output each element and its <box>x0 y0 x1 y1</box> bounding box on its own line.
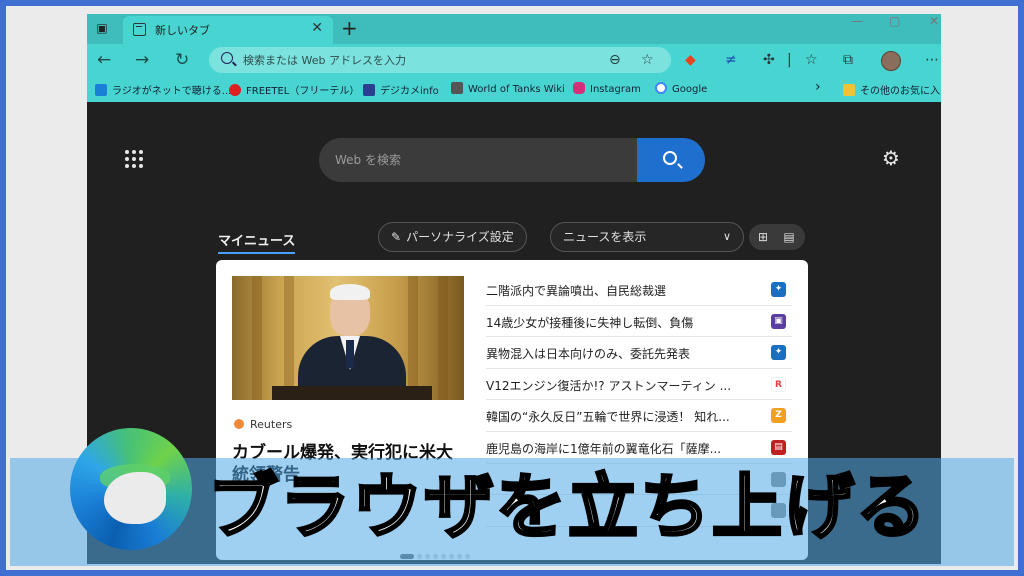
new-tab-icon <box>133 23 146 36</box>
profile-avatar[interactable] <box>881 51 901 71</box>
pencil-icon: ✎ <box>391 230 402 244</box>
toolbar: ← → ↻ ⊖ ☆ ◆ ≠ ✣ | ☆ ⧉ ⋯ <box>87 44 941 76</box>
bookmark-radio[interactable]: ラジオがネットで聴ける... <box>95 82 231 97</box>
publisher-logo-icon: Z <box>771 408 786 424</box>
google-icon <box>655 82 667 94</box>
freetel-icon <box>229 84 241 96</box>
tab-new-tab[interactable]: 新しいタブ ✕ <box>123 16 333 44</box>
publisher-logo-icon: ✦ <box>771 282 786 297</box>
instagram-icon <box>573 82 585 94</box>
extension-icon[interactable]: ≠ <box>725 51 737 69</box>
tab-my-news[interactable]: マイニュース <box>218 230 296 254</box>
favorites-bar: ラジオがネットで聴ける... FREETEL（フリーテル） デジカメinfo W… <box>87 76 941 102</box>
publisher-logo-icon: ✦ <box>771 345 786 361</box>
wiki-icon <box>451 82 463 94</box>
headline-source: Reuters <box>234 418 292 431</box>
publisher-logo-icon: R <box>771 376 786 392</box>
bookmark-instagram[interactable]: Instagram <box>573 82 641 95</box>
more-menu-icon[interactable]: ⋯ <box>925 51 939 69</box>
bookmark-wot-wiki[interactable]: World of Tanks Wiki <box>451 82 565 95</box>
address-input[interactable] <box>243 51 583 69</box>
radio-icon <box>95 84 107 96</box>
other-favorites-folder[interactable]: その他のお気に入り <box>843 82 941 97</box>
headline-photo[interactable] <box>232 276 464 400</box>
bookmark-google[interactable]: Google <box>655 82 707 95</box>
collections-icon[interactable]: ⧉ <box>843 51 853 69</box>
web-search-input[interactable] <box>335 151 615 169</box>
list-item[interactable]: 韓国の“永久反日”五輪で世界に浸透！ 知れ... Z <box>486 400 792 432</box>
chevron-down-icon: ∨ <box>722 230 731 243</box>
office-extension-icon[interactable]: ◆ <box>685 51 696 69</box>
favorites-icon[interactable]: ☆ <box>805 51 818 69</box>
refresh-button[interactable]: ↻ <box>175 50 189 70</box>
edge-logo-icon <box>70 428 192 550</box>
web-search-button[interactable] <box>637 138 705 182</box>
digicam-icon <box>363 84 375 96</box>
folder-icon <box>843 84 855 96</box>
personalize-button[interactable]: ✎ パーソナライズ設定 <box>378 222 527 252</box>
gear-icon[interactable]: ⚙ <box>882 146 900 170</box>
toolbar-divider: | <box>787 52 792 68</box>
publisher-logo-icon: ▣ <box>771 313 786 329</box>
tab-title: 新しいタブ <box>155 24 210 37</box>
forward-button[interactable]: → <box>135 50 149 70</box>
search-icon <box>663 151 677 165</box>
new-tab-button[interactable]: + <box>341 16 358 40</box>
bookmark-freetel[interactable]: FREETEL（フリーテル） <box>229 82 359 97</box>
list-item[interactable]: 異物混入は日本向けのみ、委託先発表 ✦ <box>486 337 792 369</box>
list-item[interactable]: V12エンジン復活か!? アストンマーティン ... R <box>486 369 792 401</box>
caption-title: ブラウザを立ち上げる <box>207 465 928 550</box>
back-button[interactable]: ← <box>97 50 111 70</box>
address-bar[interactable]: ⊖ ☆ <box>209 47 671 73</box>
search-icon <box>221 52 233 64</box>
tab-strip: ▣ 新しいタブ ✕ + — ▢ ✕ <box>87 14 941 44</box>
view-toggle: ⊞ ▤ <box>749 224 805 250</box>
bookmark-digicam[interactable]: デジカメinfo <box>363 82 439 97</box>
list-item[interactable]: 14歳少女が接種後に失神し転倒、負傷 ▣ <box>486 306 792 338</box>
list-item[interactable]: 二階派内で異論噴出、自民総裁選 ✦ <box>486 274 792 306</box>
reuters-icon <box>234 419 244 429</box>
grid-view-icon[interactable]: ⊞ <box>755 229 771 245</box>
zoom-icon[interactable]: ⊖ <box>609 51 621 69</box>
add-favorite-icon[interactable]: ☆ <box>641 51 654 69</box>
list-view-icon[interactable]: ▤ <box>781 229 797 245</box>
close-window-button[interactable]: ✕ <box>929 14 939 28</box>
extensions-puzzle-icon[interactable]: ✣ <box>763 51 775 69</box>
tab-close-button[interactable]: ✕ <box>311 20 323 36</box>
web-search-box[interactable] <box>319 138 637 182</box>
show-news-dropdown[interactable]: ニュースを表示 ∨ <box>550 222 744 252</box>
app-launcher-icon[interactable] <box>125 150 143 168</box>
maximize-button[interactable]: ▢ <box>889 14 900 28</box>
tab-actions-icon[interactable]: ▣ <box>95 21 109 35</box>
bookmarks-overflow-button[interactable]: › <box>815 79 821 95</box>
minimize-button[interactable]: — <box>851 14 863 28</box>
